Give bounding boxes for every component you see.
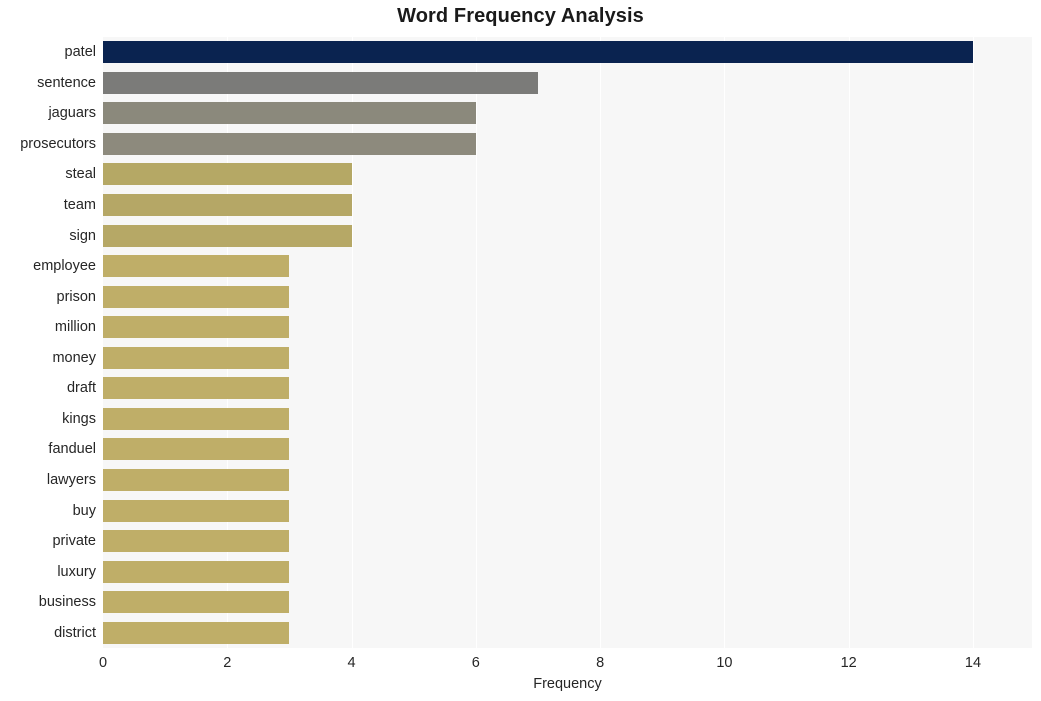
bar [103, 560, 290, 583]
y-tick-label: prison [56, 288, 97, 305]
bar [103, 255, 290, 278]
word-frequency-chart: Word Frequency Analysis patel sentence jag… [0, 0, 1041, 701]
bar [103, 285, 290, 308]
plot-area [103, 37, 1032, 648]
y-tick-label: sign [69, 227, 96, 244]
y-tick-label: steal [65, 166, 96, 183]
x-tick-label: 6 [471, 655, 480, 671]
bar [103, 468, 290, 491]
y-axis: patel sentence jaguars prosecutors steal team… [0, 37, 96, 648]
bar [103, 71, 538, 94]
y-tick-label: employee [33, 258, 96, 275]
x-tick-label: 8 [596, 655, 605, 671]
y-tick-label: million [54, 319, 96, 336]
bar [103, 224, 352, 247]
y-tick-label: lawyers [46, 471, 96, 488]
bar [103, 499, 290, 522]
y-tick-label: business [38, 594, 96, 611]
bar [103, 438, 290, 461]
bar [103, 621, 290, 644]
y-tick-label: jaguars [48, 105, 96, 122]
y-tick-label: patel [64, 44, 96, 61]
x-tick-label: 2 [223, 655, 232, 671]
y-tick-label: kings [62, 410, 96, 427]
y-tick-label: money [52, 349, 96, 366]
y-tick-label: prosecutors [20, 135, 96, 152]
y-tick-label: team [63, 197, 96, 214]
y-tick-label: luxury [57, 563, 96, 580]
y-tick-label: district [54, 624, 96, 641]
x-tick-label: 4 [347, 655, 356, 671]
x-tick-label: 12 [840, 655, 857, 671]
bar [103, 194, 352, 217]
x-axis-title: Frequency [533, 676, 602, 692]
bar [103, 591, 290, 614]
bar [103, 377, 290, 400]
bar [103, 163, 352, 186]
bar [103, 346, 290, 369]
x-axis: Frequency 0 2 4 6 8 10 12 14 [0, 648, 1041, 701]
bar [103, 102, 476, 125]
bar [103, 316, 290, 339]
bar [103, 407, 290, 430]
y-tick-label: sentence [37, 74, 96, 91]
bars-layer [103, 37, 1032, 648]
x-tick-label: 14 [964, 655, 982, 671]
bar [103, 41, 973, 64]
x-tick-label: 0 [98, 655, 108, 671]
x-tick-label: 10 [716, 655, 733, 671]
y-tick-label: draft [66, 380, 96, 397]
chart-title: Word Frequency Analysis [397, 5, 644, 27]
y-tick-label: private [52, 533, 96, 550]
bar [103, 530, 290, 553]
bar [103, 132, 476, 155]
y-tick-label: fanduel [48, 441, 96, 458]
y-tick-label: buy [72, 502, 96, 519]
